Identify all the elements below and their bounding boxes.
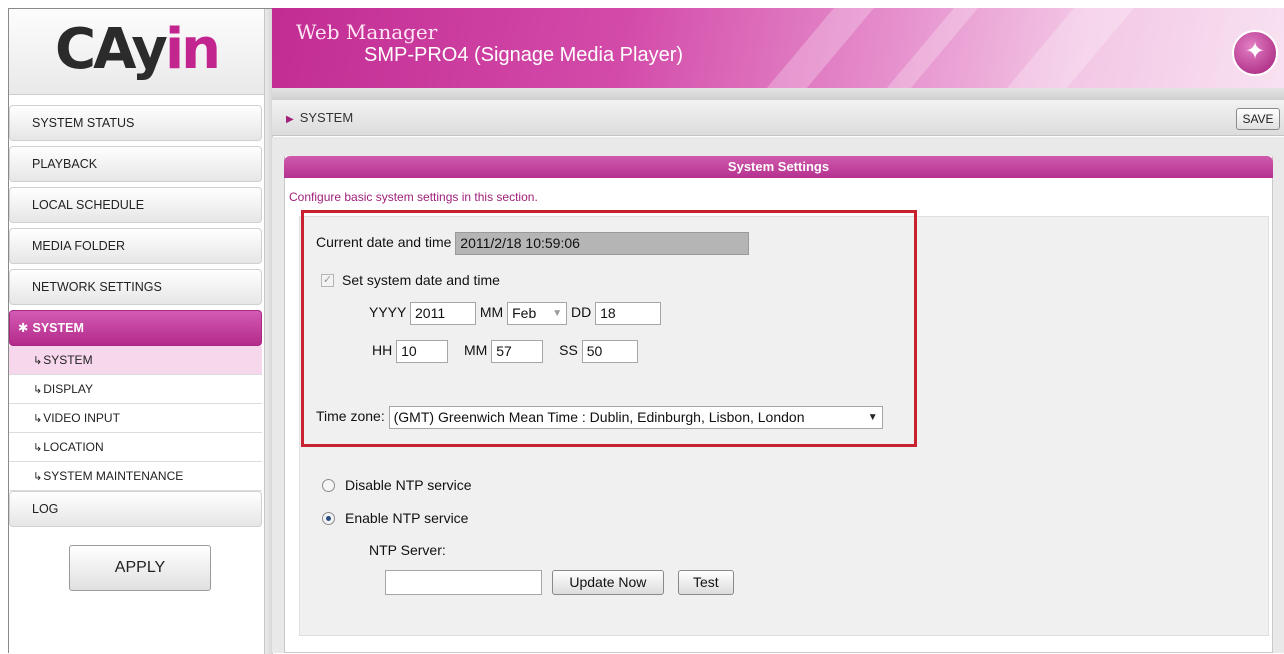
sidebar-menu: SYSTEM STATUS PLAYBACK LOCAL SCHEDULE ME… (9, 105, 262, 532)
sidebar-item-system-status[interactable]: SYSTEM STATUS (9, 105, 262, 141)
sidebar-item-playback[interactable]: PLAYBACK (9, 146, 262, 182)
logo-text-accent: in (164, 17, 221, 82)
ntp-server-input[interactable] (385, 570, 542, 595)
submenu-label: LOCATION (43, 440, 104, 454)
sidebar-item-local-schedule[interactable]: LOCAL SCHEDULE (9, 187, 262, 223)
save-button[interactable]: SAVE (1236, 108, 1280, 130)
sub-arrow-icon: ↳ (33, 384, 43, 396)
submenu-label: SYSTEM MAINTENANCE (43, 469, 184, 483)
test-button[interactable]: Test (677, 570, 734, 595)
sparkle-icon: ✱ (18, 321, 29, 335)
triangle-right-icon: ▶ (286, 114, 294, 125)
enable-ntp-radio[interactable] (322, 511, 335, 525)
submenu-label: DISPLAY (43, 382, 94, 396)
app-title: Web Manager (296, 20, 438, 44)
sub-arrow-icon: ↳ (33, 355, 43, 367)
ntp-server-label-row: NTP Server: (369, 542, 446, 558)
header-banner: Web Manager SMP-PRO4 (Signage Media Play… (272, 8, 1284, 88)
magic-wand-icon[interactable]: ✦ (1232, 30, 1278, 76)
sidebar-item-label: SYSTEM (32, 321, 84, 335)
submenu-label: VIDEO INPUT (43, 411, 120, 425)
apply-button[interactable]: APPLY (69, 545, 211, 591)
logo-area: CAyin (9, 9, 264, 95)
sub-arrow-icon: ↳ (33, 413, 43, 425)
sidebar-item-system[interactable]: ✱ SYSTEM (9, 310, 262, 346)
breadcrumb-label: SYSTEM (299, 110, 354, 125)
breadcrumb-bar: ▶ SYSTEM SAVE (272, 100, 1284, 136)
submenu-item-video-input[interactable]: ↳VIDEO INPUT (9, 404, 262, 433)
ntp-server-label: NTP Server: (369, 542, 446, 558)
submenu-item-system[interactable]: ↳SYSTEM (9, 346, 262, 375)
ntp-disable-row: Disable NTP service (322, 477, 472, 493)
header-strip (272, 88, 1284, 100)
panel-title: System Settings (284, 156, 1273, 178)
submenu-item-display[interactable]: ↳DISPLAY (9, 375, 262, 404)
ntp-server-row: Update Now Test (385, 570, 734, 595)
header-decoration (853, 8, 995, 88)
device-name: SMP-PRO4 (Signage Media Player) (364, 44, 684, 66)
sidebar: CAyin SYSTEM STATUS PLAYBACK LOCAL SCHED… (9, 9, 264, 654)
update-now-button[interactable]: Update Now (551, 570, 664, 595)
sidebar-item-media-folder[interactable]: MEDIA FOLDER (9, 228, 262, 264)
cayin-logo: CAyin (9, 17, 264, 83)
breadcrumb: ▶ SYSTEM (286, 100, 353, 138)
sub-arrow-icon: ↳ (33, 442, 43, 454)
highlight-box (301, 210, 917, 447)
logo-text-dark: CAy (54, 17, 168, 82)
sub-arrow-icon: ↳ (33, 471, 43, 483)
submenu-label: SYSTEM (43, 353, 93, 367)
panel-description: Configure basic system settings in this … (289, 190, 538, 204)
submenu-item-location[interactable]: ↳LOCATION (9, 433, 262, 462)
sidebar-item-log[interactable]: LOG (9, 491, 262, 527)
disable-ntp-label: Disable NTP service (345, 477, 472, 493)
header-decoration (733, 8, 891, 88)
submenu-item-system-maintenance[interactable]: ↳SYSTEM MAINTENANCE (9, 462, 262, 491)
sidebar-item-network-settings[interactable]: NETWORK SETTINGS (9, 269, 262, 305)
enable-ntp-label: Enable NTP service (345, 510, 469, 526)
ntp-enable-row: Enable NTP service (322, 510, 468, 526)
system-submenu: ↳SYSTEM ↳DISPLAY ↳VIDEO INPUT ↳LOCATION … (9, 346, 262, 491)
header-decoration (973, 8, 1151, 88)
disable-ntp-radio[interactable] (322, 478, 335, 492)
